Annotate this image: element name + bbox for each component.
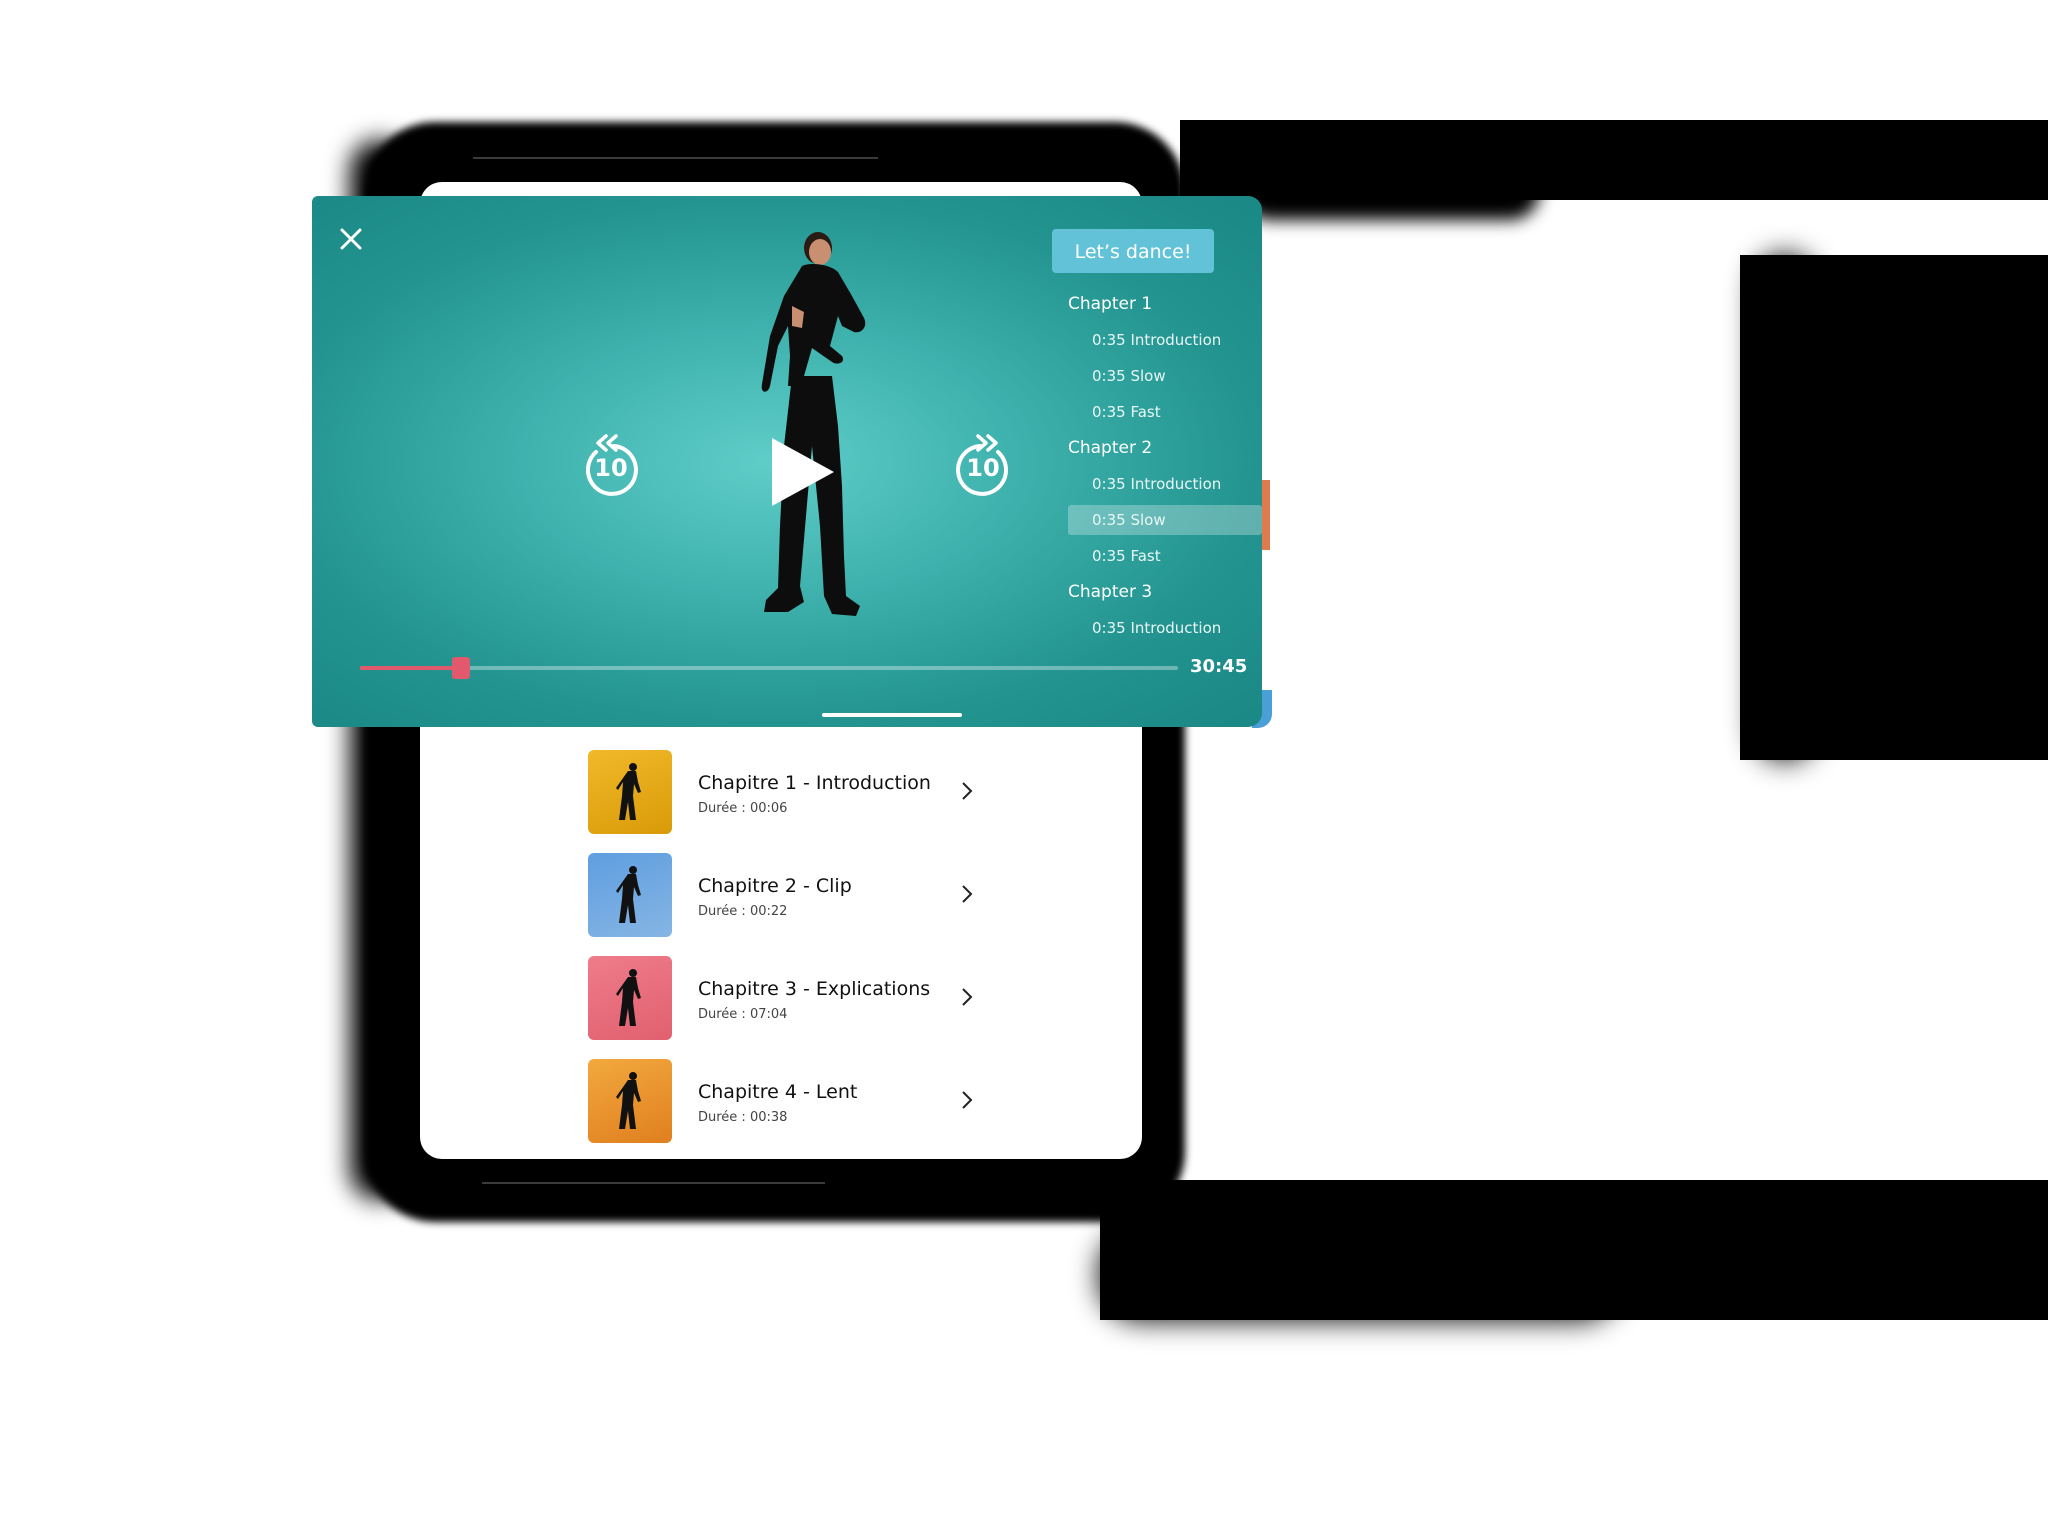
- chapter-menu: Chapter 1 0:35 Introduction 0:35 Slow 0:…: [1068, 286, 1262, 646]
- chevron-right-icon[interactable]: [956, 780, 978, 802]
- close-icon: [340, 228, 362, 250]
- chapter-item[interactable]: 0:35 Slow: [1068, 358, 1262, 394]
- shadow-bottom-bar: [1100, 1180, 2048, 1320]
- app-stage: Chapitre 1 - Introduction Durée : 00:06 …: [0, 0, 2048, 1528]
- video-player[interactable]: 10 10 Let’s dance! Chapter 1 0:35 Introd…: [312, 196, 1262, 727]
- chapter-item[interactable]: 0:35 Introduction: [1068, 466, 1262, 502]
- list-item-thumbnail: [588, 1059, 672, 1143]
- player-edge-accent: [1262, 480, 1270, 550]
- chevron-right-icon[interactable]: [956, 1089, 978, 1111]
- list-item-thumbnail: [588, 853, 672, 937]
- divider-top: [473, 157, 878, 159]
- shadow-right-bar: [1180, 120, 2048, 200]
- dancer-thumbnail-icon: [616, 763, 641, 820]
- home-indicator: [822, 713, 962, 717]
- chapter-heading: Chapter 1: [1068, 294, 1153, 314]
- lets-dance-button[interactable]: Let’s dance!: [1052, 229, 1214, 273]
- list-item-thumbnail: [588, 956, 672, 1040]
- close-button[interactable]: [334, 222, 368, 256]
- list-item-duration: Durée : 00:38: [698, 1110, 788, 1125]
- list-item-thumbnail: [588, 750, 672, 834]
- time-readout: 30:45: [1190, 656, 1248, 677]
- list-item-title: Chapitre 3 - Explications: [698, 978, 931, 1000]
- progress-fill: [360, 666, 461, 670]
- divider-bottom: [482, 1182, 825, 1184]
- play-button[interactable]: [764, 432, 840, 512]
- chapter-heading: Chapter 3: [1068, 582, 1153, 602]
- dancer-thumbnail-icon: [616, 866, 641, 923]
- list-item-title: Chapitre 1 - Introduction: [698, 772, 931, 794]
- progress-track[interactable]: [360, 657, 1178, 679]
- chapter-item[interactable]: 0:35 Introduction: [1068, 610, 1262, 646]
- play-icon: [772, 438, 834, 506]
- dancer-figure: [761, 232, 866, 616]
- progress-thumb[interactable]: [451, 657, 470, 679]
- list-item[interactable]: Chapitre 3 - Explications Durée : 07:04: [588, 956, 988, 1040]
- list-item-duration: Durée : 00:06: [698, 801, 788, 816]
- skip-back-label: 10: [594, 454, 628, 482]
- chapter-item[interactable]: 0:35 Fast: [1068, 538, 1262, 574]
- dancer-thumbnail-icon: [616, 1072, 641, 1129]
- list-item-duration: Durée : 07:04: [698, 1007, 788, 1022]
- list-item[interactable]: Chapitre 2 - Clip Durée : 00:22: [588, 853, 988, 937]
- chapter-item-active[interactable]: 0:35 Slow: [1068, 505, 1262, 535]
- skip-forward-button[interactable]: 10: [948, 432, 1018, 502]
- list-item-title: Chapitre 2 - Clip: [698, 875, 852, 897]
- skip-back-button[interactable]: 10: [576, 432, 646, 502]
- chevron-right-icon[interactable]: [956, 883, 978, 905]
- list-item-title: Chapitre 4 - Lent: [698, 1081, 858, 1103]
- list-item-duration: Durée : 00:22: [698, 904, 788, 919]
- chevron-right-icon[interactable]: [956, 986, 978, 1008]
- dancer-thumbnail-icon: [616, 969, 641, 1026]
- chapter-heading: Chapter 2: [1068, 438, 1153, 458]
- chapter-item[interactable]: 0:35 Fast: [1068, 394, 1262, 430]
- skip-forward-label: 10: [966, 454, 1000, 482]
- chapter-item[interactable]: 0:35 Introduction: [1068, 322, 1262, 358]
- shadow-right-block: [1740, 255, 2048, 760]
- list-item[interactable]: Chapitre 4 - Lent Durée : 00:38: [588, 1059, 988, 1143]
- list-item[interactable]: Chapitre 1 - Introduction Durée : 00:06: [588, 750, 988, 834]
- chapter-list: Chapitre 1 - Introduction Durée : 00:06 …: [588, 750, 988, 1162]
